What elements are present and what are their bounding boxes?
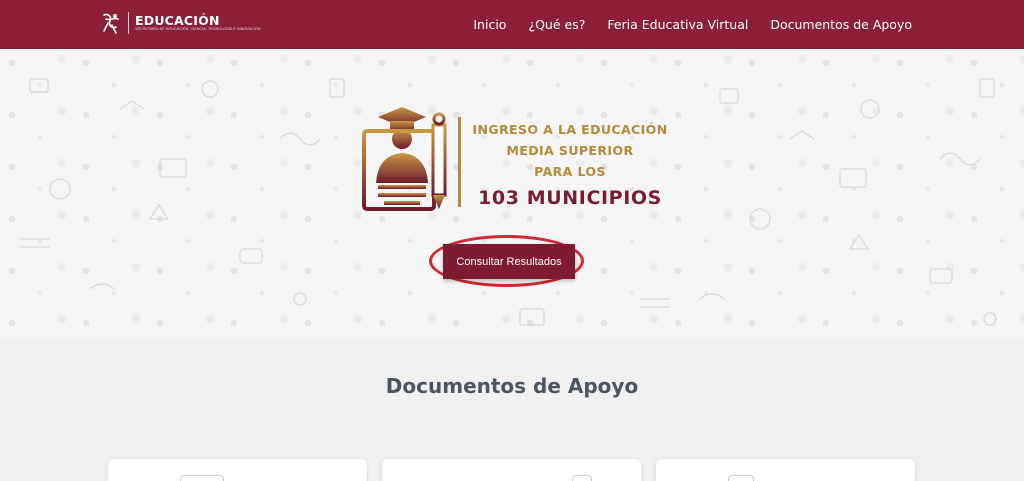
document-thumbnail bbox=[728, 475, 754, 481]
document-thumbnail bbox=[572, 475, 592, 481]
brand-title: EDUCACIÓN bbox=[135, 13, 220, 28]
logo-line-3: PARA LOS bbox=[534, 164, 606, 179]
brand-logo[interactable]: EDUCACIÓN SECRETARÍA DE EDUCACIÓN, CIENC… bbox=[100, 8, 261, 38]
program-logo: INGRESO A LA EDUCACIÓN MEDIA SUPERIOR PA… bbox=[360, 105, 680, 217]
brand-text: EDUCACIÓN SECRETARÍA DE EDUCACIÓN, CIENC… bbox=[135, 14, 261, 32]
graduate-icon bbox=[362, 107, 447, 211]
emblem-icon bbox=[103, 13, 119, 34]
logo-text: INGRESO A LA EDUCACIÓN MEDIA SUPERIOR PA… bbox=[460, 119, 680, 209]
main-nav: Inicio ¿Qué es? Feria Educativa Virtual … bbox=[451, 0, 912, 49]
document-card[interactable] bbox=[656, 459, 915, 481]
consultar-resultados-button[interactable]: Consultar Resultados bbox=[443, 244, 575, 279]
top-navbar: EDUCACIÓN SECRETARÍA DE EDUCACIÓN, CIENC… bbox=[0, 0, 1024, 49]
nav-inicio[interactable]: Inicio bbox=[473, 17, 506, 32]
logo-line-2: MEDIA SUPERIOR bbox=[506, 143, 634, 158]
brand-subtitle: SECRETARÍA DE EDUCACIÓN, CIENCIA, TECNOL… bbox=[135, 27, 261, 31]
nav-documentos-apoyo[interactable]: Documentos de Apoyo bbox=[770, 17, 912, 32]
section-title: Documentos de Apoyo bbox=[385, 374, 639, 398]
hero-banner: INGRESO A LA EDUCACIÓN MEDIA SUPERIOR PA… bbox=[0, 49, 1024, 339]
logo-highlight: 103 MUNICIPIOS bbox=[478, 187, 662, 209]
document-card[interactable] bbox=[108, 459, 367, 481]
logo-line-1: INGRESO A LA EDUCACIÓN bbox=[472, 122, 668, 137]
nav-feria-educativa[interactable]: Feria Educativa Virtual bbox=[607, 17, 748, 32]
brand-divider bbox=[128, 12, 129, 34]
document-thumbnail bbox=[180, 475, 224, 481]
nav-que-es[interactable]: ¿Qué es? bbox=[528, 17, 585, 32]
document-card[interactable] bbox=[382, 459, 641, 481]
